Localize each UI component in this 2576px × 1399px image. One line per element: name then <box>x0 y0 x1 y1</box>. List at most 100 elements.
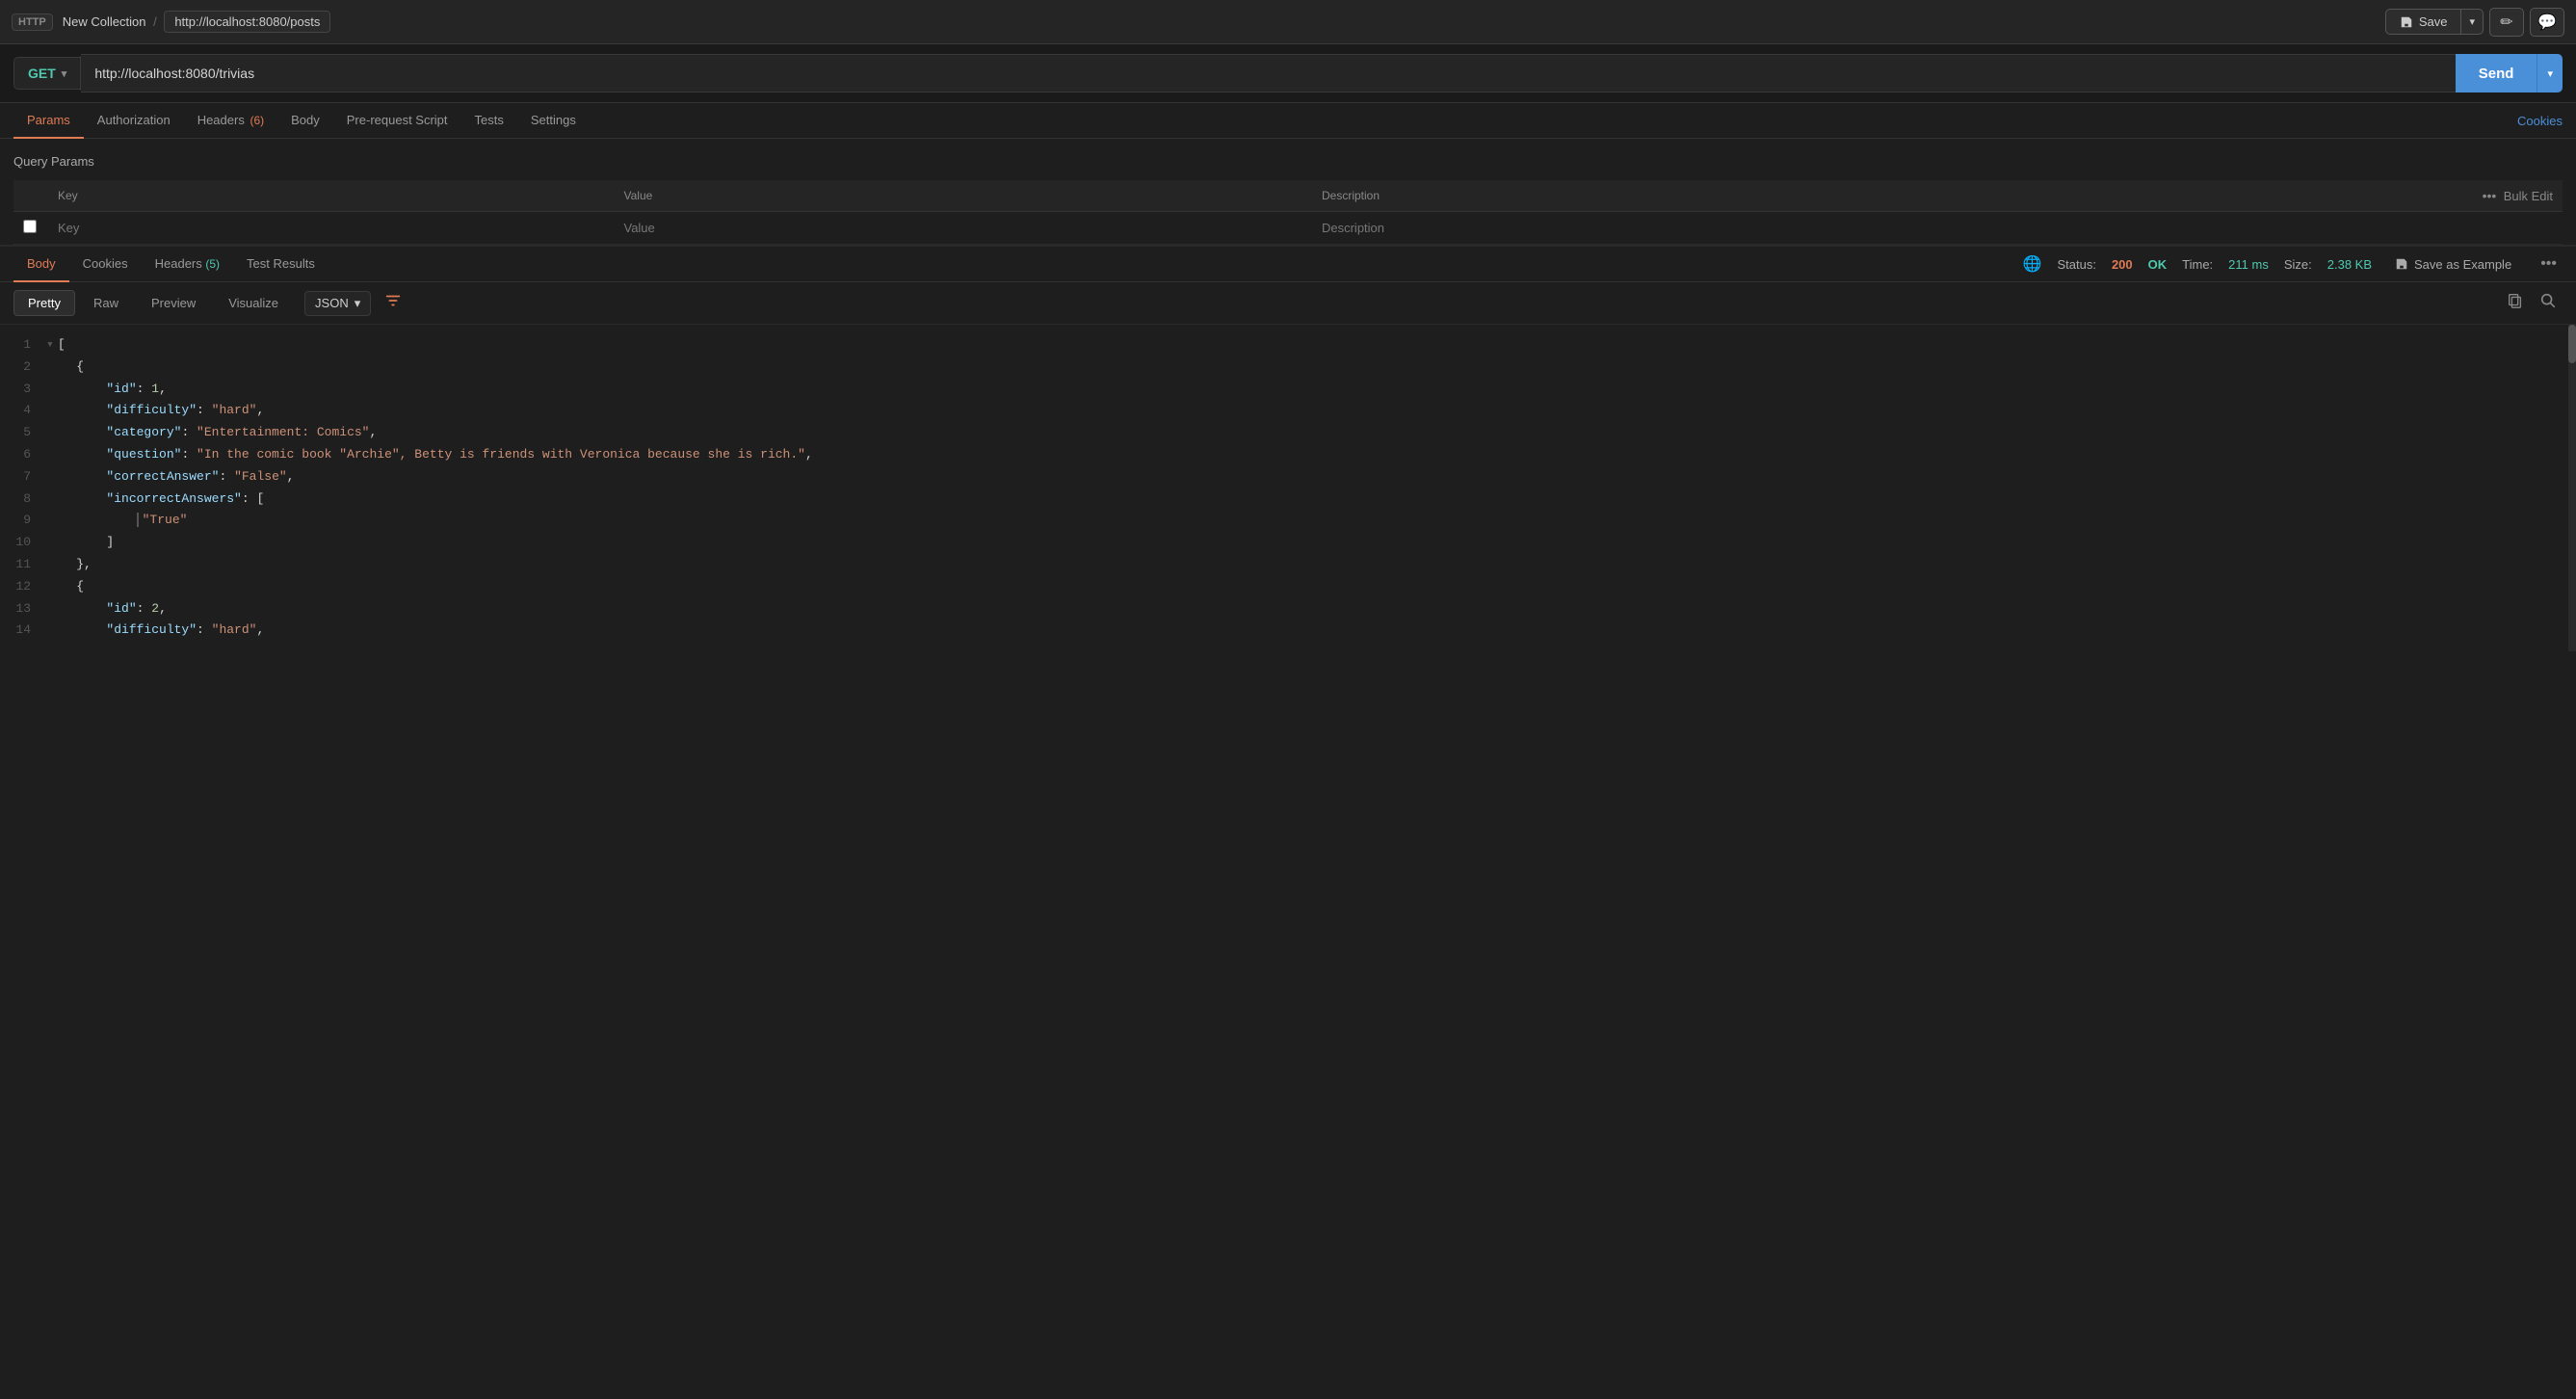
tab-body[interactable]: Body <box>277 103 333 139</box>
collapse-1[interactable]: ▾ <box>46 337 54 352</box>
tab-headers[interactable]: Headers (6) <box>184 103 277 139</box>
search-icon <box>2539 292 2557 309</box>
send-chevron-button[interactable]: ▾ <box>2537 54 2563 92</box>
copy-icon-button[interactable] <box>2501 288 2530 318</box>
json-line-6: 6 "question": "In the comic book "Archie… <box>0 444 2576 466</box>
line-content-12: { <box>46 577 2576 597</box>
time-value: 211 ms <box>2228 257 2269 272</box>
line-number-7: 7 <box>0 467 46 488</box>
tab-headers-badge: (6) <box>250 114 264 127</box>
save-button[interactable]: Save <box>2386 10 2462 34</box>
save-chevron-button[interactable]: ▾ <box>2461 11 2483 33</box>
collection-separator: / <box>153 14 157 29</box>
line-content-14: "difficulty": "hard", <box>46 620 2576 641</box>
pretty-view-button[interactable]: Pretty <box>13 290 75 316</box>
request-tabs: Params Authorization Headers (6) Body Pr… <box>0 103 2576 139</box>
line-content-6: "question": "In the comic book "Archie",… <box>46 445 2576 465</box>
line-number-8: 8 <box>0 489 46 510</box>
line-content-9: "True" <box>46 511 2576 531</box>
tab-tests[interactable]: Tests <box>461 103 517 139</box>
bulk-edit-label: Bulk Edit <box>2504 189 2553 203</box>
response-tab-body[interactable]: Body <box>13 247 69 282</box>
query-params-title: Query Params <box>13 148 2563 174</box>
cookies-link[interactable]: Cookies <box>2517 104 2563 138</box>
json-line-11: 11 }, <box>0 554 2576 576</box>
globe-icon: 🌐 <box>2023 254 2042 274</box>
collection-url-display[interactable]: http://localhost:8080/posts <box>164 11 330 33</box>
format-chevron-icon: ▾ <box>355 296 361 311</box>
edit-icon-button[interactable]: ✏ <box>2489 8 2524 37</box>
edit-icon: ✏ <box>2500 13 2512 32</box>
params-desc-cell[interactable]: Description <box>1312 212 2447 245</box>
line-content-1: ▾[ <box>46 335 2576 356</box>
top-bar-actions: Save ▾ ✏ 💬 <box>2385 8 2564 37</box>
tab-settings[interactable]: Settings <box>517 103 590 139</box>
format-select[interactable]: JSON ▾ <box>304 291 371 316</box>
size-label: Size: <box>2284 257 2312 272</box>
search-icon-button[interactable] <box>2534 288 2563 318</box>
collection-path: New Collection / http://localhost:8080/p… <box>63 14 331 29</box>
response-more-options-button[interactable]: ••• <box>2535 251 2563 277</box>
response-tab-cookies[interactable]: Cookies <box>69 247 142 282</box>
tab-authorization[interactable]: Authorization <box>84 103 184 139</box>
url-bar: GET ▾ Send ▾ <box>0 44 2576 103</box>
params-row-checkbox[interactable] <box>23 220 37 233</box>
json-viewer: 1 ▾[ 2 { 3 "id": 1, 4 "difficulty": "har… <box>0 325 2576 651</box>
copy-icon <box>2507 292 2524 309</box>
response-tab-test-results[interactable]: Test Results <box>233 247 329 282</box>
more-options-button[interactable]: ••• <box>2479 188 2501 203</box>
preview-view-button[interactable]: Preview <box>137 290 210 316</box>
send-button[interactable]: Send <box>2456 54 2538 92</box>
params-empty-cell <box>2447 212 2563 245</box>
status-label: Status: <box>2057 257 2095 272</box>
line-content-2: { <box>46 357 2576 378</box>
tab-pre-request[interactable]: Pre-request Script <box>333 103 461 139</box>
line-content-8: "incorrectAnswers": [ <box>46 489 2576 510</box>
save-example-icon <box>2395 257 2408 271</box>
raw-view-button[interactable]: Raw <box>79 290 133 316</box>
visualize-view-button[interactable]: Visualize <box>214 290 293 316</box>
params-key-cell[interactable]: Key <box>48 212 614 245</box>
save-example-label: Save as Example <box>2414 257 2511 272</box>
params-bulk-edit-col-header: ••• Bulk Edit <box>2447 180 2563 212</box>
json-line-3: 3 "id": 1, <box>0 379 2576 401</box>
json-line-4: 4 "difficulty": "hard", <box>0 400 2576 422</box>
response-tabs-bar: Body Cookies Headers (5) Test Results 🌐 … <box>0 247 2576 282</box>
line-number-1: 1 <box>0 335 46 356</box>
top-bar: HTTP New Collection / http://localhost:8… <box>0 0 2576 44</box>
line-number-12: 12 <box>0 577 46 597</box>
query-params-section: Query Params Key Value Description ••• B… <box>0 139 2576 245</box>
line-number-13: 13 <box>0 599 46 620</box>
save-label: Save <box>2419 14 2448 29</box>
message-icon-button[interactable]: 💬 <box>2530 8 2564 37</box>
response-tab-headers-badge: (5) <box>205 257 220 271</box>
line-number-4: 4 <box>0 401 46 421</box>
filter-icon-button[interactable] <box>379 290 407 316</box>
save-icon <box>2400 15 2413 29</box>
line-number-6: 6 <box>0 445 46 465</box>
line-content-3: "id": 1, <box>46 380 2576 400</box>
size-value: 2.38 KB <box>2327 257 2372 272</box>
response-tab-headers[interactable]: Headers (5) <box>142 247 233 282</box>
line-number-10: 10 <box>0 533 46 553</box>
json-line-12: 12 { <box>0 576 2576 598</box>
send-btn-group: Send ▾ <box>2456 54 2563 92</box>
url-input[interactable] <box>81 54 2455 92</box>
params-desc-header: Description <box>1312 180 2447 212</box>
response-tab-headers-label: Headers <box>155 256 202 271</box>
method-select[interactable]: GET ▾ <box>13 57 80 90</box>
format-label: JSON <box>315 296 349 310</box>
line-content-7: "correctAnswer": "False", <box>46 467 2576 488</box>
filter-icon <box>384 292 402 309</box>
response-tab-cookies-label: Cookies <box>83 256 128 271</box>
response-status-bar: 🌐 Status: 200 OK Time: 211 ms Size: 2.38… <box>2023 251 2563 277</box>
json-line-1: 1 ▾[ <box>0 334 2576 356</box>
tab-pre-request-label: Pre-request Script <box>347 113 448 127</box>
scrollbar-track <box>2568 325 2576 651</box>
tab-params[interactable]: Params <box>13 103 84 139</box>
tab-params-label: Params <box>27 113 70 127</box>
collection-name: New Collection <box>63 14 146 29</box>
save-example-button[interactable]: Save as Example <box>2387 253 2519 276</box>
scrollbar-thumb[interactable] <box>2568 325 2576 363</box>
params-value-cell[interactable]: Value <box>614 212 1312 245</box>
